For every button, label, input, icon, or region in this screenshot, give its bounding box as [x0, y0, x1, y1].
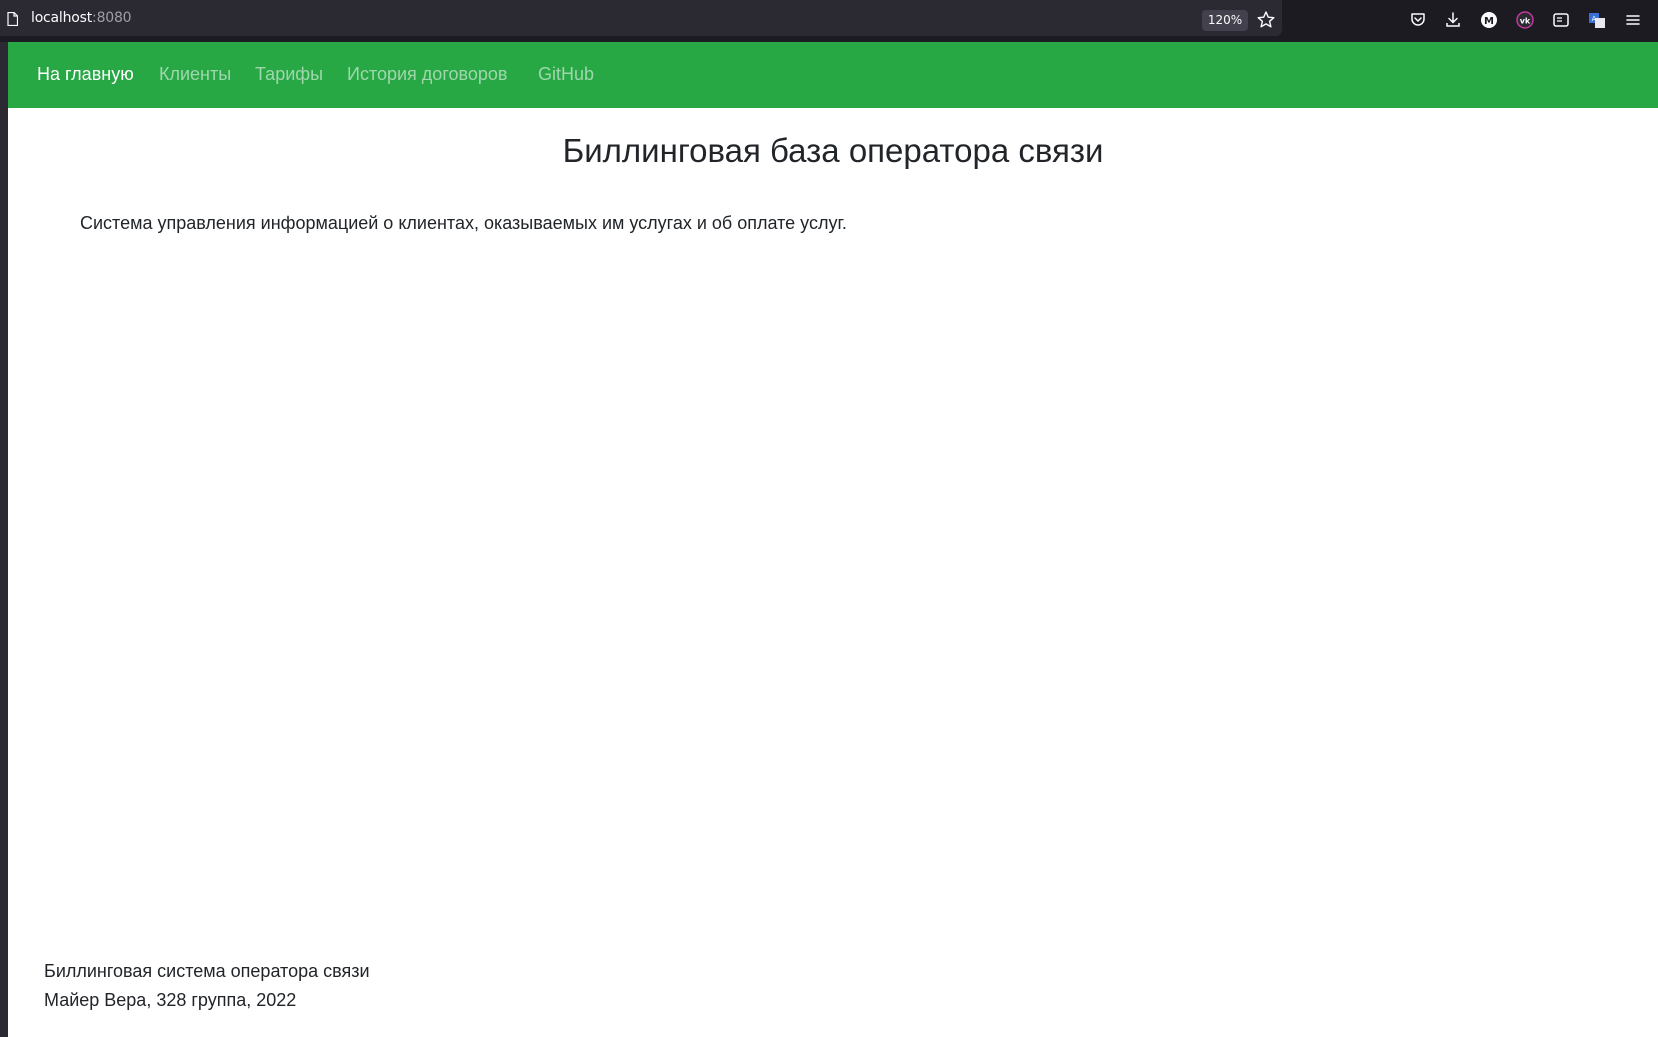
- vk-icon[interactable]: vk: [1515, 10, 1535, 30]
- url-port: :8080: [92, 10, 132, 26]
- menu-icon[interactable]: [1623, 10, 1643, 30]
- bookmark-star-icon[interactable]: [1256, 10, 1276, 30]
- download-icon[interactable]: [1443, 10, 1463, 30]
- url-host: localhost: [31, 10, 93, 26]
- browser-toolbar: localhost:8080 120% M vk A: [0, 0, 1658, 43]
- url-bar[interactable]: localhost:8080 120%: [0, 0, 1282, 36]
- page-description: Система управления информацией о клиента…: [80, 213, 847, 233]
- account-m-icon[interactable]: M: [1479, 10, 1499, 30]
- sidebar-edge: [0, 42, 8, 1037]
- translate-icon[interactable]: A: [1587, 10, 1607, 30]
- nav-tariffs[interactable]: Тарифы: [255, 64, 323, 85]
- nav-home[interactable]: На главную: [37, 64, 134, 85]
- nav-github[interactable]: GitHub: [538, 64, 594, 85]
- pocket-icon[interactable]: [1408, 10, 1428, 30]
- url-text[interactable]: localhost:8080: [31, 10, 132, 26]
- navbar: На главную Клиенты Тарифы История догово…: [8, 42, 1658, 108]
- svg-text:vk: vk: [1520, 17, 1531, 26]
- nav-contract-history[interactable]: История договоров: [347, 64, 507, 85]
- svg-text:M: M: [1484, 16, 1494, 27]
- page-viewport: На главную Клиенты Тарифы История догово…: [8, 42, 1658, 1037]
- nav-clients[interactable]: Клиенты: [159, 64, 231, 85]
- footer-author: Майер Вера, 328 группа, 2022: [44, 990, 297, 1010]
- page-icon: [7, 12, 18, 26]
- footer-system-name: Биллинговая система оператора связи: [44, 961, 370, 981]
- svg-text:A: A: [1592, 15, 1597, 23]
- reader-icon[interactable]: [1551, 10, 1571, 30]
- zoom-level-button[interactable]: 120%: [1202, 10, 1248, 31]
- page-title: Биллинговая база оператора связи: [562, 132, 1104, 169]
